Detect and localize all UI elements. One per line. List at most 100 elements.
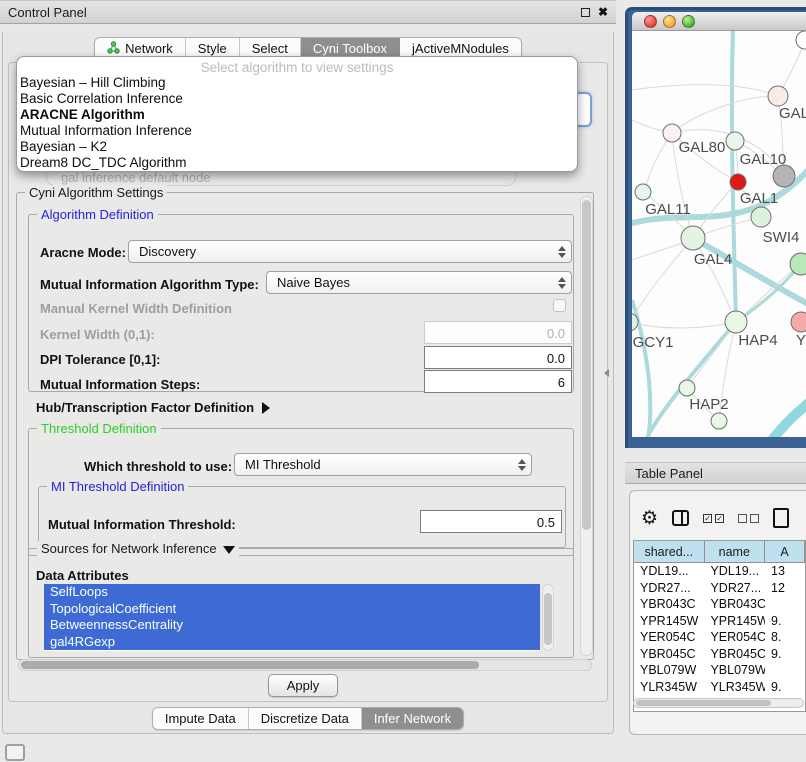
close-traffic-light-icon[interactable] — [644, 15, 657, 28]
split-columns-icon[interactable] — [672, 510, 689, 526]
node-label: GAL — [779, 105, 806, 122]
table-cell: YPR145W — [634, 613, 704, 630]
table-row[interactable]: YBR043CYBR043C — [634, 596, 805, 613]
table-row[interactable]: YLR345WYLR345W9. — [634, 679, 805, 696]
data-attribute-item[interactable]: SelfLoops — [44, 584, 540, 601]
document-icon[interactable] — [773, 508, 789, 528]
combo-spinner-icon — [555, 277, 571, 289]
close-icon[interactable]: ✖ — [598, 6, 608, 18]
tab-impute-data[interactable]: Impute Data — [153, 708, 249, 729]
table-horizontal-scrollbar[interactable] — [633, 698, 804, 708]
network-node-hap4[interactable] — [725, 311, 747, 333]
algorithm-option[interactable]: Mutual Information Inference — [17, 123, 577, 139]
attributes-vertical-scrollbar[interactable] — [542, 584, 554, 651]
algorithm-definition-title: Algorithm Definition — [37, 207, 158, 222]
table-cell: YDR27... — [704, 580, 765, 597]
minimized-panel-icon[interactable] — [5, 744, 25, 761]
tab-label: jActiveMNodules — [412, 41, 509, 56]
table-cell: YBL079W — [704, 662, 765, 679]
table-row[interactable]: YBL079WYBL079W — [634, 662, 805, 679]
data-attribute-item[interactable]: BetweennessCentrality — [44, 617, 540, 634]
table-cell — [765, 596, 805, 613]
table-cell: YBR045C — [634, 646, 704, 663]
column-header[interactable]: name — [705, 541, 765, 563]
data-attributes-list[interactable]: SelfLoopsTopologicalCoefficientBetweenne… — [44, 584, 540, 651]
manual-kernel-label: Manual Kernel Width Definition — [40, 301, 232, 316]
table-row[interactable]: YDR27...YDR27...12 — [634, 580, 805, 597]
network-node-hap2[interactable] — [679, 380, 695, 396]
mi-threshold-field[interactable]: 0.5 — [420, 510, 562, 533]
node-label: HAP2 — [689, 396, 728, 413]
tab-label: Style — [198, 41, 227, 56]
dpi-tolerance-field[interactable]: 0.0 — [424, 346, 572, 369]
control-panel-titlebar: Control Panel ✖ — [0, 0, 616, 24]
table-cell: 8. — [765, 629, 805, 646]
node-label: GAL80 — [679, 139, 726, 156]
algorithm-option[interactable]: Bayesian – K2 — [17, 139, 577, 155]
network-node-gal11[interactable] — [635, 184, 651, 200]
algorithm-option[interactable]: Basic Correlation Inference — [17, 91, 577, 107]
network-canvas[interactable]: GALGAL80GAL10GAL1GAL11SWI4GAL4GCY1HAP4YH… — [632, 31, 806, 437]
table-cell: YBR045C — [704, 646, 765, 663]
table-cell: YDL19... — [634, 563, 704, 580]
data-attribute-item[interactable]: gal4RGexp — [44, 634, 540, 651]
minimize-traffic-light-icon[interactable] — [663, 15, 676, 28]
manual-kernel-checkbox[interactable] — [553, 299, 566, 312]
table-cell: 12 — [765, 580, 805, 597]
node-label: GAL11 — [645, 201, 691, 218]
settings-vertical-scrollbar[interactable] — [580, 196, 593, 656]
algorithm-option[interactable]: Bayesian – Hill Climbing — [17, 75, 577, 91]
network-node[interactable] — [773, 165, 795, 187]
network-node-gal4[interactable] — [681, 226, 705, 250]
network-node-y[interactable] — [791, 312, 806, 332]
apply-button[interactable]: Apply — [268, 674, 338, 697]
gear-icon[interactable]: ⚙ — [641, 509, 658, 528]
network-window-titlebar — [632, 12, 806, 31]
sources-group-title[interactable]: Sources for Network Inference — [37, 541, 239, 556]
tab-label: Cyni Toolbox — [313, 41, 387, 56]
network-node[interactable] — [796, 31, 806, 49]
hub-definition-toggle[interactable]: Hub/Transcription Factor Definition — [36, 400, 270, 415]
network-node-gal[interactable] — [768, 86, 788, 106]
mi-steps-label: Mutual Information Steps: — [40, 377, 200, 392]
table-row[interactable]: YPR145WYPR145W9. — [634, 613, 805, 630]
float-window-icon[interactable] — [581, 8, 590, 17]
table-row[interactable]: YDL19...YDL19...13 — [634, 563, 805, 580]
control-panel-title: Control Panel — [0, 5, 581, 20]
tab-infer-network[interactable]: Infer Network — [362, 708, 463, 729]
table-cell: YDR27... — [634, 580, 704, 597]
kernel-width-field[interactable]: 0.0 — [424, 321, 572, 344]
table-row[interactable]: YBR045CYBR045C9. — [634, 646, 805, 663]
aracne-mode-combo[interactable]: Discovery — [128, 240, 572, 263]
checked-boxes-icon[interactable]: ✓✓ — [703, 514, 724, 523]
zoom-traffic-light-icon[interactable] — [682, 15, 695, 28]
tab-discretize-data[interactable]: Discretize Data — [249, 708, 362, 729]
tab-label: Impute Data — [165, 711, 236, 726]
data-attribute-item[interactable]: TopologicalCoefficient — [44, 601, 540, 618]
settings-horizontal-scrollbar[interactable] — [18, 659, 592, 671]
panel-splitter-arrow[interactable] — [604, 369, 609, 377]
node-table[interactable]: shared...nameA YDL19...YDL19...13YDR27..… — [633, 540, 806, 712]
column-header[interactable]: shared... — [634, 541, 705, 563]
column-header[interactable]: A — [765, 541, 805, 563]
data-attributes-label: Data Attributes — [36, 568, 129, 583]
table-row[interactable]: YER054CYER054C8. — [634, 629, 805, 646]
algorithm-option[interactable]: Dream8 DC_TDC Algorithm — [17, 155, 577, 171]
table-cell: YDL19... — [704, 563, 765, 580]
which-threshold-combo[interactable]: MI Threshold — [234, 453, 532, 476]
algorithm-dropdown-popup: Select algorithm to view settings Bayesi… — [16, 56, 578, 172]
network-node-gal10[interactable] — [726, 132, 744, 150]
node-label: GAL10 — [740, 151, 787, 168]
network-node-gal1[interactable] — [730, 174, 746, 190]
node-label: GCY1 — [633, 334, 674, 351]
unchecked-boxes-icon[interactable] — [738, 514, 759, 523]
mi-steps-field[interactable]: 6 — [424, 370, 572, 393]
threshold-definition-title: Threshold Definition — [37, 421, 161, 436]
mi-type-combo[interactable]: Naive Bayes — [266, 271, 572, 294]
network-node[interactable] — [711, 413, 727, 429]
network-node-swi4[interactable] — [751, 207, 771, 227]
kernel-width-label: Kernel Width (0,1): — [40, 327, 155, 342]
algorithm-option[interactable]: ARACNE Algorithm — [17, 107, 577, 123]
table-panel-titlebar: Table Panel — [625, 462, 806, 484]
table-cell — [765, 662, 805, 679]
